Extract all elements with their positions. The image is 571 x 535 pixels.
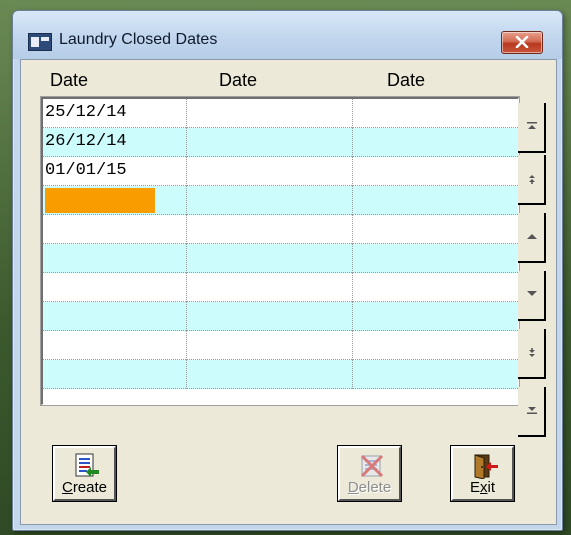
date-cell[interactable] [187, 128, 353, 157]
scroll-bottom-icon [527, 407, 537, 414]
table-row[interactable]: 01/01/15 [43, 157, 518, 186]
dialog-client-area: Date Date Date 25/12/14 26/12/14 01/01/1… [20, 59, 557, 525]
table-row[interactable] [43, 331, 518, 360]
column-header-1: Date [50, 70, 89, 90]
column-header-3: Date [387, 70, 426, 90]
page-up-icon [529, 175, 535, 184]
date-cell[interactable] [187, 99, 353, 128]
title-bar[interactable]: Laundry Closed Dates [13, 11, 562, 59]
table-row[interactable] [43, 302, 518, 331]
grid-scroll-buttons [518, 103, 548, 449]
date-cell[interactable] [187, 186, 353, 215]
page-up-button[interactable] [518, 155, 546, 205]
table-row[interactable] [43, 360, 518, 389]
line-down-button[interactable] [518, 271, 546, 321]
table-row[interactable] [43, 215, 518, 244]
page-down-button[interactable] [518, 329, 546, 379]
date-cell[interactable]: 25/12/14 [43, 99, 187, 128]
date-cell[interactable]: 01/01/15 [43, 157, 187, 186]
date-cell[interactable] [187, 302, 353, 331]
column-header-2: Date [219, 70, 258, 90]
date-cell[interactable] [187, 331, 353, 360]
date-cell[interactable] [187, 244, 353, 273]
date-cell[interactable] [187, 157, 353, 186]
create-label: Create [61, 479, 108, 496]
date-cell[interactable] [353, 331, 518, 360]
create-list-icon [75, 453, 99, 477]
date-cell[interactable] [43, 302, 187, 331]
table-row[interactable]: 26/12/14 [43, 128, 518, 157]
delete-label: Delete [347, 479, 392, 496]
line-up-icon [527, 234, 537, 239]
date-cell[interactable] [353, 302, 518, 331]
date-cell[interactable] [353, 215, 518, 244]
date-cell[interactable] [187, 215, 353, 244]
table-row[interactable]: 25/12/14 [43, 99, 518, 128]
exit-button[interactable]: Exit [451, 446, 514, 501]
scroll-top-icon [527, 122, 537, 129]
window-title: Laundry Closed Dates [59, 31, 218, 48]
active-edit-cell[interactable] [45, 188, 155, 213]
exit-door-icon [474, 454, 498, 479]
date-cell[interactable] [187, 273, 353, 302]
close-button[interactable] [501, 31, 543, 54]
close-icon [515, 36, 529, 48]
date-cell[interactable] [43, 360, 187, 389]
exit-label: Exit [469, 479, 495, 496]
create-button[interactable]: Create [53, 446, 116, 501]
page-down-icon [529, 348, 535, 357]
date-cell[interactable] [43, 215, 187, 244]
dates-grid[interactable]: 25/12/14 26/12/14 01/01/15 [41, 97, 519, 405]
date-cell[interactable] [353, 244, 518, 273]
date-cell[interactable] [353, 360, 518, 389]
date-cell[interactable] [43, 244, 187, 273]
date-cell[interactable] [353, 157, 518, 186]
date-cell[interactable]: 26/12/14 [43, 128, 187, 157]
date-cell[interactable] [43, 273, 187, 302]
application-icon [28, 33, 52, 51]
date-cell[interactable] [187, 360, 353, 389]
date-cell[interactable] [353, 186, 518, 215]
date-cell[interactable] [353, 273, 518, 302]
delete-button[interactable]: Delete [338, 446, 401, 501]
scroll-bottom-button[interactable] [518, 387, 546, 437]
table-row[interactable] [43, 273, 518, 302]
table-row[interactable] [43, 186, 518, 215]
date-cell[interactable] [353, 128, 518, 157]
date-cell-active[interactable] [43, 186, 187, 215]
date-cell[interactable] [43, 331, 187, 360]
table-row[interactable] [43, 244, 518, 273]
laundry-closed-dates-window: Laundry Closed Dates Date Date Date 25/1… [12, 10, 563, 531]
line-up-button[interactable] [518, 213, 546, 263]
line-down-icon [527, 291, 537, 296]
date-cell[interactable] [353, 99, 518, 128]
delete-x-icon [360, 454, 384, 478]
scroll-top-button[interactable] [518, 103, 546, 153]
